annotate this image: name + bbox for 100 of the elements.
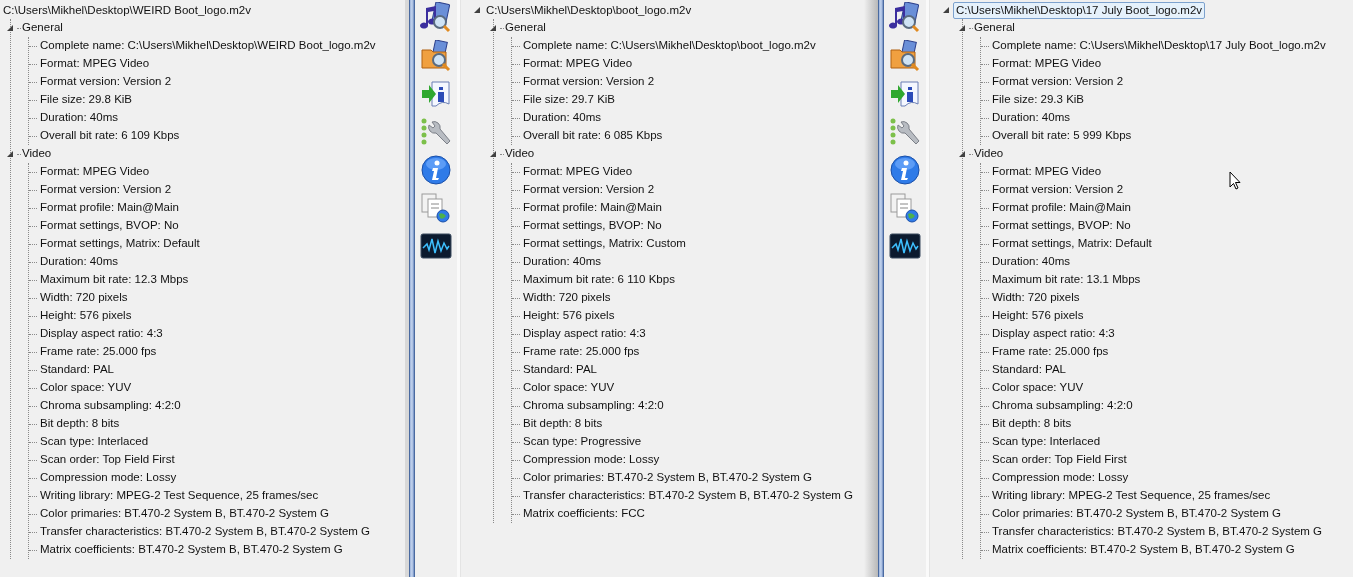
waveform-screen-icon[interactable] <box>889 230 921 262</box>
property-item[interactable]: Maximum bit rate: 6 110 Kbps <box>523 271 675 289</box>
property-item[interactable]: Complete name: C:\Users\Mikhel\Desktop\WEIRD Boot_logo.m2v <box>40 37 376 55</box>
property-item[interactable]: File size: 29.8 KiB <box>40 91 133 109</box>
property-item[interactable]: Display aspect ratio: 4:3 <box>40 325 163 343</box>
section-node[interactable]: General <box>505 19 546 37</box>
property-item[interactable]: Width: 720 pixels <box>40 289 128 307</box>
property-item[interactable]: Format version: Version 2 <box>523 181 655 199</box>
property-item[interactable]: Bit depth: 8 bits <box>40 415 120 433</box>
property-item[interactable]: Format: MPEG Video <box>992 163 1102 181</box>
arrow-info-icon[interactable] <box>889 78 921 110</box>
property-item[interactable]: Color space: YUV <box>992 379 1084 397</box>
property-item[interactable]: Color space: YUV <box>40 379 132 397</box>
property-item[interactable]: Format version: Version 2 <box>523 73 655 91</box>
property-item[interactable]: Color primaries: BT.470-2 System B, BT.470-2 System G <box>523 469 812 487</box>
property-item[interactable]: Scan type: Interlaced <box>992 433 1101 451</box>
info-icon[interactable] <box>420 154 452 186</box>
property-item[interactable]: Format settings, BVOP: No <box>992 217 1131 235</box>
property-item[interactable]: Format: MPEG Video <box>523 163 633 181</box>
property-item[interactable]: Overall bit rate: 6 109 Kbps <box>40 127 180 145</box>
property-item[interactable]: Format version: Version 2 <box>992 181 1124 199</box>
property-item[interactable]: Width: 720 pixels <box>992 289 1080 307</box>
property-item[interactable]: Maximum bit rate: 12.3 Mbps <box>40 271 189 289</box>
music-film-search-icon[interactable] <box>889 2 921 34</box>
property-item[interactable]: Matrix coefficients: FCC <box>523 505 645 523</box>
property-item[interactable]: Format settings, Matrix: Custom <box>523 235 686 253</box>
property-item[interactable]: Overall bit rate: 5 999 Kbps <box>992 127 1132 145</box>
property-item[interactable]: Transfer characteristics: BT.470-2 System B, BT.470-2 System G <box>523 487 853 505</box>
property-item[interactable]: Width: 720 pixels <box>523 289 611 307</box>
property-item[interactable]: Frame rate: 25.000 fps <box>40 343 157 361</box>
property-item[interactable]: Format: MPEG Video <box>992 55 1102 73</box>
property-item[interactable]: Transfer characteristics: BT.470-2 System B, BT.470-2 System G <box>992 523 1322 541</box>
property-item[interactable]: Matrix coefficients: BT.470-2 System B, BT.470-2 System G <box>992 541 1295 559</box>
file-node[interactable]: C:\Users\Mikhel\Desktop\WEIRD Boot_logo.m2v <box>3 2 251 18</box>
property-item[interactable]: Standard: PAL <box>992 361 1066 379</box>
property-item[interactable]: Format profile: Main@Main <box>40 199 179 217</box>
property-item[interactable]: Duration: 40ms <box>523 253 601 271</box>
property-item[interactable]: Chroma subsampling: 4:2:0 <box>992 397 1133 415</box>
folder-search-icon[interactable] <box>889 40 921 72</box>
property-item[interactable]: Format: MPEG Video <box>40 163 150 181</box>
property-item[interactable]: Standard: PAL <box>523 361 597 379</box>
property-item[interactable]: Format settings, Matrix: Default <box>40 235 200 253</box>
property-item[interactable]: Matrix coefficients: BT.470-2 System B, BT.470-2 System G <box>40 541 343 559</box>
property-item[interactable]: Duration: 40ms <box>40 109 118 127</box>
section-node[interactable]: General <box>22 19 63 37</box>
folder-search-icon[interactable] <box>420 40 452 72</box>
file-node[interactable]: C:\Users\Mikhel\Desktop\boot_logo.m2v <box>486 2 692 18</box>
property-item[interactable]: Compression mode: Lossy <box>992 469 1129 487</box>
property-item[interactable]: Color primaries: BT.470-2 System B, BT.470-2 System G <box>40 505 329 523</box>
property-item[interactable]: Scan type: Interlaced <box>40 433 149 451</box>
property-item[interactable]: Duration: 40ms <box>992 109 1070 127</box>
property-item[interactable]: Format profile: Main@Main <box>992 199 1131 217</box>
property-item[interactable]: Complete name: C:\Users\Mikhel\Desktop\boot_logo.m2v <box>523 37 816 55</box>
property-item[interactable]: Writing library: MPEG-2 Test Sequence, 25 frames/sec <box>40 487 319 505</box>
property-item[interactable]: Height: 576 pixels <box>992 307 1084 325</box>
property-item[interactable]: File size: 29.3 KiB <box>992 91 1085 109</box>
arrow-info-icon[interactable] <box>420 78 452 110</box>
property-item[interactable]: Format settings, BVOP: No <box>523 217 662 235</box>
property-item[interactable]: Format version: Version 2 <box>992 73 1124 91</box>
section-node[interactable]: Video <box>22 145 52 163</box>
property-item[interactable]: Format: MPEG Video <box>523 55 633 73</box>
documents-globe-icon[interactable] <box>889 192 921 224</box>
splitter-bar[interactable] <box>405 0 415 577</box>
property-item[interactable]: Writing library: MPEG-2 Test Sequence, 25 frames/sec <box>992 487 1271 505</box>
music-film-search-icon[interactable] <box>420 2 452 34</box>
property-item[interactable]: Frame rate: 25.000 fps <box>523 343 640 361</box>
info-icon[interactable] <box>889 154 921 186</box>
property-item[interactable]: Format version: Version 2 <box>40 181 172 199</box>
property-item[interactable]: Display aspect ratio: 4:3 <box>523 325 646 343</box>
property-item[interactable]: Transfer characteristics: BT.470-2 System B, BT.470-2 System G <box>40 523 370 541</box>
property-item[interactable]: Complete name: C:\Users\Mikhel\Desktop\17 July Boot_logo.m2v <box>992 37 1326 55</box>
section-node[interactable]: Video <box>974 145 1004 163</box>
property-item[interactable]: Display aspect ratio: 4:3 <box>992 325 1115 343</box>
property-item[interactable]: Bit depth: 8 bits <box>523 415 603 433</box>
property-item[interactable]: Format: MPEG Video <box>40 55 150 73</box>
property-item[interactable]: Format settings, Matrix: Default <box>992 235 1152 253</box>
property-item[interactable]: Chroma subsampling: 4:2:0 <box>523 397 664 415</box>
property-item[interactable]: Bit depth: 8 bits <box>992 415 1072 433</box>
waveform-screen-icon[interactable] <box>420 230 452 262</box>
property-item[interactable]: Height: 576 pixels <box>523 307 615 325</box>
splitter-bar[interactable] <box>864 0 884 577</box>
section-node[interactable]: Video <box>505 145 535 163</box>
property-item[interactable]: Overall bit rate: 6 085 Kbps <box>523 127 663 145</box>
property-item[interactable]: Compression mode: Lossy <box>40 469 177 487</box>
property-item[interactable]: Height: 576 pixels <box>40 307 132 325</box>
property-item[interactable]: Format settings, BVOP: No <box>40 217 179 235</box>
property-item[interactable]: Scan order: Top Field First <box>992 451 1127 469</box>
documents-globe-icon[interactable] <box>420 192 452 224</box>
property-item[interactable]: Color primaries: BT.470-2 System B, BT.470-2 System G <box>992 505 1281 523</box>
section-node[interactable]: General <box>974 19 1015 37</box>
property-item[interactable]: Scan type: Progressive <box>523 433 642 451</box>
property-item[interactable]: Scan order: Top Field First <box>40 451 175 469</box>
property-item[interactable]: Color space: YUV <box>523 379 615 397</box>
file-node[interactable]: C:\Users\Mikhel\Desktop\17 July Boot_logo.m2v <box>953 1 1206 19</box>
property-item[interactable]: Frame rate: 25.000 fps <box>992 343 1109 361</box>
property-item[interactable]: Maximum bit rate: 13.1 Mbps <box>992 271 1141 289</box>
property-item[interactable]: Duration: 40ms <box>40 253 118 271</box>
property-item[interactable]: Duration: 40ms <box>992 253 1070 271</box>
property-item[interactable]: Standard: PAL <box>40 361 114 379</box>
property-item[interactable]: Chroma subsampling: 4:2:0 <box>40 397 181 415</box>
